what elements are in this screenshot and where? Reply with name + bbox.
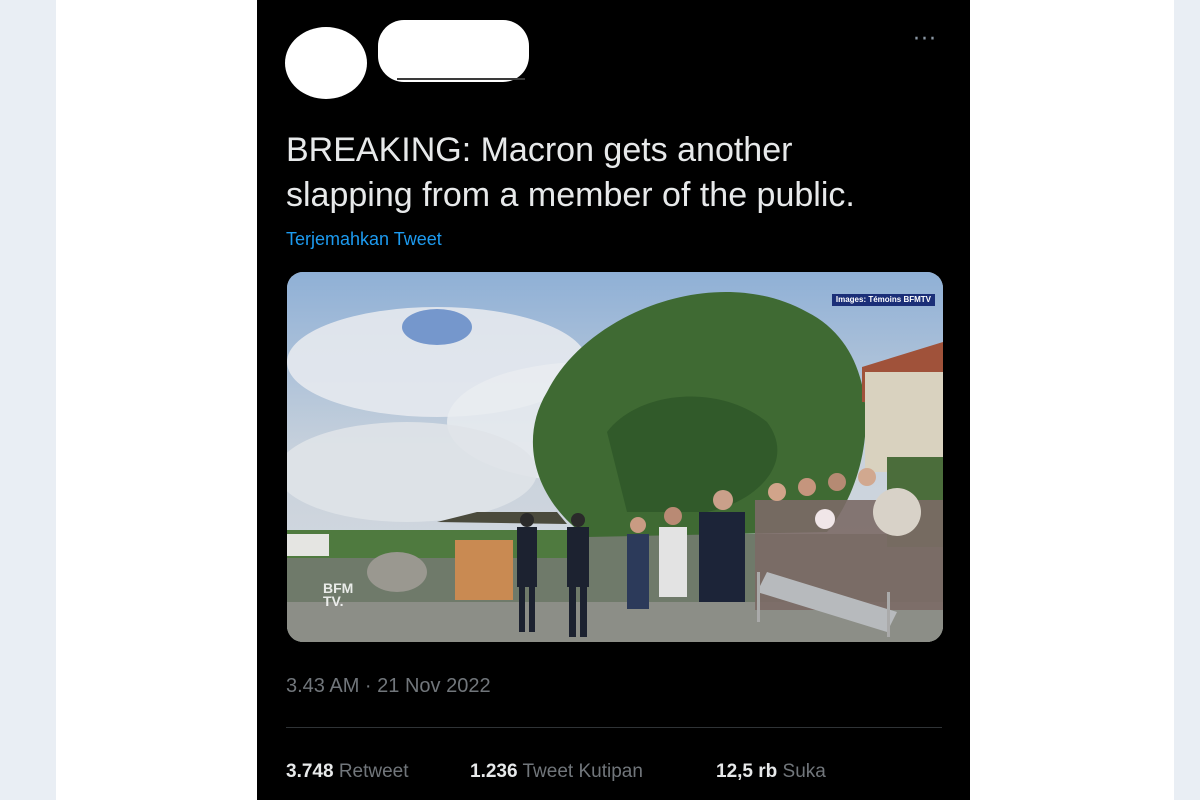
bfmtv-logo: BFM TV. bbox=[323, 581, 353, 609]
retweet-count[interactable]: 3.748 Retweet bbox=[286, 760, 409, 784]
video-frame-illustration bbox=[287, 272, 943, 642]
page-margin-left bbox=[0, 0, 56, 800]
stat-label: Tweet Kutipan bbox=[522, 761, 643, 782]
author-handle-redacted bbox=[397, 78, 525, 80]
tweet-text-line: slapping from a member of the public. bbox=[286, 176, 855, 214]
stat-label: Suka bbox=[782, 761, 826, 782]
quote-tweet-count[interactable]: 1.236 Tweet Kutipan bbox=[470, 760, 643, 784]
stat-value: 1.236 bbox=[470, 761, 518, 782]
author-name-redacted[interactable] bbox=[378, 20, 529, 82]
tweet-text: BREAKING: Macron gets another slapping f… bbox=[286, 128, 946, 218]
avatar-redacted[interactable] bbox=[285, 27, 367, 99]
stat-value: 3.748 bbox=[286, 761, 334, 782]
tweet-video[interactable]: Images: Témoins BFMTV BFM TV. bbox=[287, 272, 943, 642]
like-count[interactable]: 12,5 rb Suka bbox=[716, 760, 826, 784]
image-credit: Images: Témoins BFMTV bbox=[831, 294, 935, 306]
stat-value: 12,5 rb bbox=[716, 761, 778, 782]
stat-label: Retweet bbox=[338, 761, 409, 782]
more-icon[interactable]: ··· bbox=[905, 29, 945, 51]
logo-line: TV. bbox=[323, 593, 344, 609]
translate-tweet-link[interactable]: Terjemahkan Tweet bbox=[286, 228, 442, 250]
tweet-timestamp[interactable]: 3.43 AM · 21 Nov 2022 bbox=[286, 674, 491, 698]
tweet-card: ··· BREAKING: Macron gets another slappi… bbox=[257, 0, 970, 800]
tweet-stats: 3.748 Retweet 1.236 Tweet Kutipan 12,5 r… bbox=[286, 760, 966, 786]
divider bbox=[286, 727, 942, 728]
tweet-text-line: BREAKING: Macron gets another bbox=[286, 131, 793, 169]
page-margin-right bbox=[1174, 0, 1200, 800]
